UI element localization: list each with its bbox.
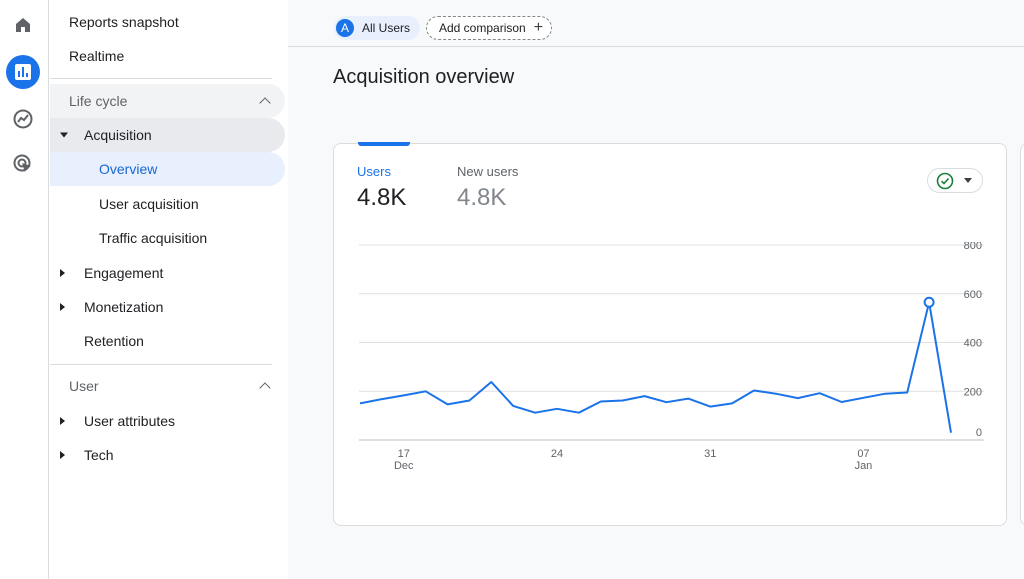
nav-tech[interactable]: Tech [50, 438, 285, 472]
y-tick-label: 0 [976, 427, 982, 439]
x-tick-label: 24 [551, 448, 563, 460]
insights-dropdown-button[interactable] [927, 168, 983, 193]
x-tick-label: 17 [398, 448, 410, 460]
metric-value: 4.8K [457, 184, 507, 211]
section-user[interactable]: User [50, 369, 285, 403]
nav-user-attributes[interactable]: User attributes [50, 404, 285, 438]
y-tick-label: 400 [964, 338, 982, 350]
page-title: Acquisition overview [333, 66, 515, 88]
nav-user-attributes-label: User attributes [84, 413, 176, 429]
home-icon[interactable] [6, 8, 40, 42]
dropdown-arrow-icon [964, 178, 972, 183]
nav-traffic-acquisition[interactable]: Traffic acquisition [50, 221, 285, 255]
caret-right-icon [60, 451, 65, 459]
x-tick-month-label: Dec [394, 460, 414, 472]
segment-avatar: A [336, 19, 354, 37]
metric-label: New users [457, 164, 519, 179]
nav-user-acquisition[interactable]: User acquisition [50, 187, 285, 221]
segment-chip-all-users[interactable]: A All Users [334, 16, 421, 40]
y-tick-label: 800 [964, 242, 982, 252]
check-circle-icon [936, 172, 954, 189]
section-lifecycle[interactable]: Life cycle [50, 84, 285, 118]
caret-right-icon [60, 269, 65, 277]
users-series-line [359, 301, 952, 433]
nav-overview[interactable]: Overview [50, 152, 285, 186]
section-user-title: User [69, 378, 99, 394]
x-tick-label: 07 [857, 448, 869, 460]
explore-icon[interactable] [6, 102, 40, 136]
header-divider [288, 46, 1024, 47]
y-tick-label: 600 [964, 289, 982, 301]
plus-icon: + [533, 19, 544, 36]
caret-down-icon [60, 132, 68, 138]
chevron-up-icon [259, 97, 271, 109]
active-tab-indicator [358, 142, 410, 146]
reports-icon[interactable] [6, 55, 40, 89]
nav-divider [50, 78, 272, 79]
caret-right-icon [60, 303, 65, 311]
main-content: A All Users Add comparison + Acquisition… [288, 0, 1024, 579]
add-comparison-button[interactable]: Add comparison + [426, 16, 553, 40]
nav-tech-label: Tech [84, 447, 114, 463]
x-tick-label: 31 [704, 448, 716, 460]
metric-value: 4.8K [357, 184, 407, 211]
metric-tab-users[interactable]: Users 4.8K [357, 164, 406, 212]
nav-acquisition-label: Acquisition [84, 127, 152, 143]
x-tick-month-label: Jan [855, 460, 873, 472]
metric-tab-new-users[interactable]: New users 4.8K [457, 164, 518, 212]
reports-nav: Reports snapshot Realtime Life cycle Acq… [50, 0, 288, 579]
add-comparison-label: Add comparison [439, 21, 526, 35]
icon-rail [0, 0, 49, 579]
nav-reports-snapshot[interactable]: Reports snapshot [50, 5, 285, 39]
chevron-up-icon [259, 382, 271, 394]
nav-acquisition[interactable]: Acquisition [50, 118, 285, 152]
metric-label: Users [357, 164, 391, 179]
nav-realtime[interactable]: Realtime [50, 39, 285, 73]
nav-engagement[interactable]: Engagement [50, 256, 285, 290]
nav-monetization[interactable]: Monetization [50, 290, 285, 324]
nav-monetization-label: Monetization [84, 299, 164, 315]
nav-retention[interactable]: Retention [50, 324, 285, 358]
users-line-chart: 800 600 400 200 0 17Dec 24 31 07Jan [359, 242, 984, 472]
overview-card: Users 4.8K New users 4.8K 800 600 400 200 0 1… [333, 142, 1007, 526]
caret-right-icon [60, 417, 65, 425]
next-card-edge [1020, 143, 1024, 526]
highlight-point [923, 296, 935, 308]
y-tick-label: 200 [964, 386, 982, 398]
segment-label: All Users [362, 21, 411, 35]
nav-divider [50, 364, 272, 365]
section-lifecycle-title: Life cycle [69, 93, 128, 109]
nav-engagement-label: Engagement [84, 265, 164, 281]
advertising-icon[interactable] [6, 147, 40, 181]
